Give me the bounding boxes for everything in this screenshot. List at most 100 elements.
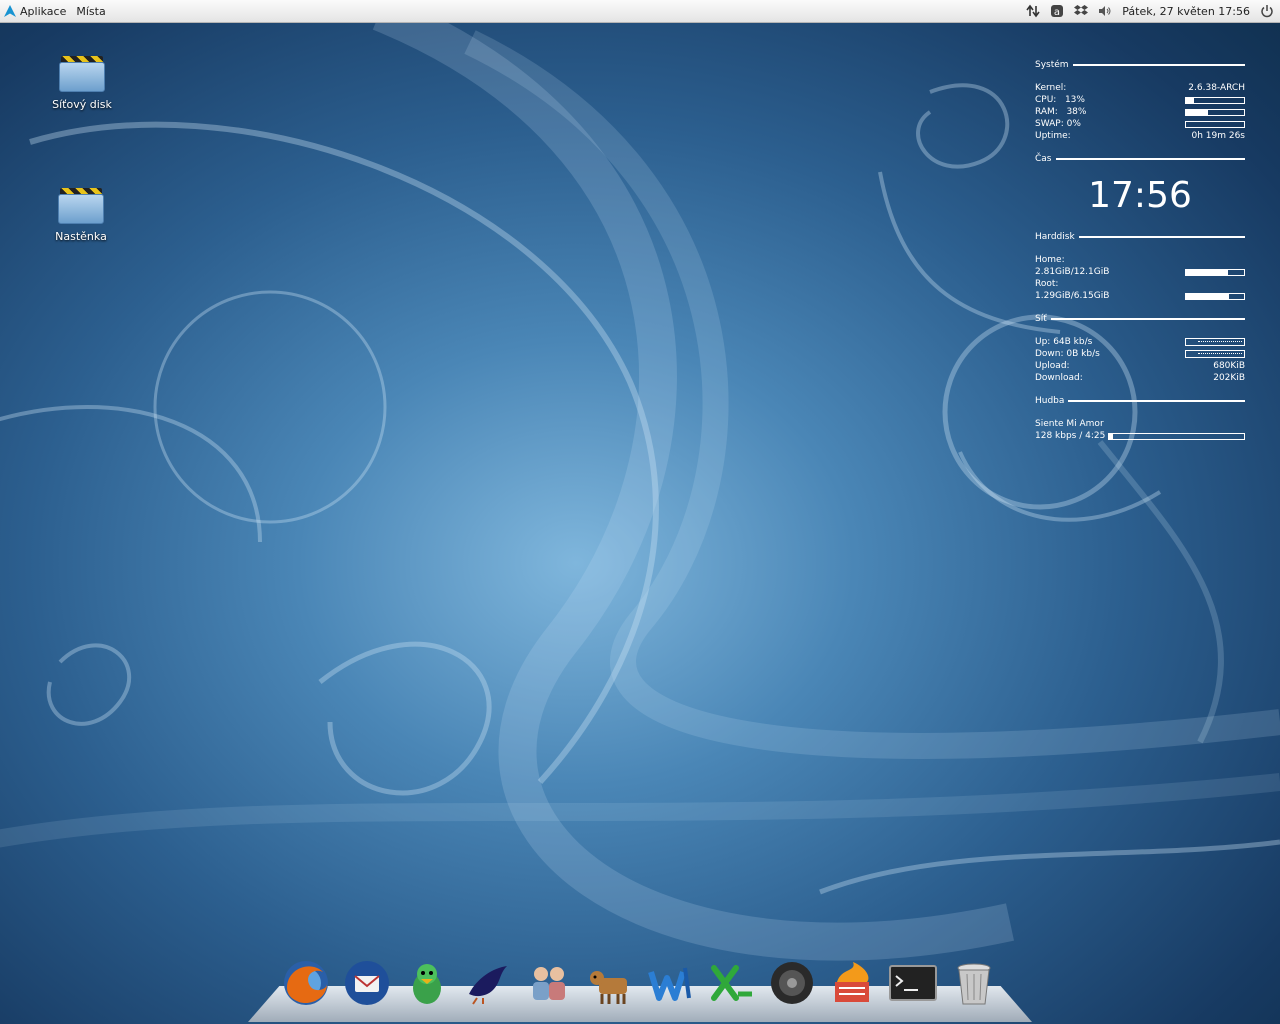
dock-item-cow[interactable]	[584, 957, 636, 1009]
cow-icon	[589, 971, 627, 1004]
swap-label: SWAP:	[1035, 119, 1064, 129]
kernel-value: 2.6.38-ARCH	[1188, 83, 1245, 93]
dock-item-trash[interactable]	[948, 957, 1000, 1009]
panel-tray: a Pátek, 27 květen 17:56	[1026, 0, 1274, 22]
folder-icon	[58, 188, 104, 224]
down-label: Down: 0B kb/s	[1035, 349, 1100, 359]
root-label: Root:	[1035, 279, 1059, 289]
dock-item-burner[interactable]	[826, 957, 878, 1009]
root-bar	[1185, 292, 1245, 300]
section-title: Harddisk	[1035, 232, 1075, 242]
cpu-row: CPU: 13%	[1035, 94, 1245, 106]
section-music: Hudba	[1035, 394, 1245, 408]
section-system: Systém	[1035, 58, 1245, 72]
home-label-row: Home:	[1035, 254, 1245, 266]
root-value: 1.29GiB/6.15GiB	[1035, 291, 1110, 301]
swap-bar	[1185, 120, 1245, 128]
dock-item-speaker[interactable]	[766, 957, 818, 1009]
ram-label: RAM:	[1035, 107, 1058, 117]
root-label-row: Root:	[1035, 278, 1245, 290]
panel-clock[interactable]: Pátek, 27 květen 17:56	[1122, 5, 1250, 18]
section-title: Síť	[1035, 314, 1047, 324]
song-row: Siente Mi Amor	[1035, 418, 1245, 430]
terminal-icon	[889, 965, 938, 1001]
home-row: 2.81GiB/12.1GiB	[1035, 266, 1245, 278]
dock	[280, 955, 1000, 1011]
upload-value: 680KiB	[1213, 361, 1245, 371]
pidgin-icon	[413, 964, 442, 1004]
music-progress-row: 128 kbps / 4:25	[1035, 430, 1245, 442]
dropbox-icon[interactable]	[1074, 4, 1089, 18]
dock-item-calc[interactable]	[705, 957, 757, 1009]
dock-item-crow[interactable]	[462, 957, 514, 1009]
cpu-bar	[1185, 96, 1245, 104]
writer-icon	[648, 967, 692, 1001]
dock-item-pidgin[interactable]	[401, 957, 453, 1009]
places-menu-label: Místa	[76, 4, 106, 18]
volume-icon[interactable]	[1098, 4, 1112, 18]
dock-item-firefox[interactable]	[280, 957, 332, 1009]
section-network: Síť	[1035, 312, 1245, 326]
cpu-label: CPU:	[1035, 95, 1057, 105]
desktop-icon-label: Síťový disk	[52, 98, 112, 111]
upload-label: Upload:	[1035, 361, 1070, 371]
desktop-icon-network-disk[interactable]: Síťový disk	[27, 56, 137, 111]
uptime-label: Uptime:	[1035, 131, 1071, 141]
download-label: Download:	[1035, 373, 1083, 383]
download-value: 202KiB	[1213, 373, 1245, 383]
trash-icon	[957, 963, 991, 1005]
thunderbird-icon	[344, 961, 389, 1005]
kernel-row: Kernel: 2.6.38-ARCH	[1035, 82, 1245, 94]
firefox-icon	[284, 961, 328, 1005]
desktop-icon-board[interactable]: Nastěnka	[26, 188, 136, 243]
song-title: Siente Mi Amor	[1035, 419, 1104, 429]
calc-icon	[711, 965, 753, 1001]
update-notifier-icon[interactable]: a	[1050, 4, 1064, 18]
kernel-label: Kernel:	[1035, 83, 1067, 93]
dock-item-terminal[interactable]	[887, 957, 939, 1009]
cpu-value: 13%	[1064, 95, 1085, 105]
panel-menus: Aplikace Místa	[4, 0, 106, 22]
speaker-icon	[770, 962, 813, 1004]
dock-item-people[interactable]	[523, 957, 575, 1009]
home-bar	[1185, 268, 1245, 276]
upload-total-row: Upload: 680KiB	[1035, 360, 1245, 372]
folder-icon	[59, 56, 105, 92]
dock-item-thunderbird[interactable]	[341, 957, 393, 1009]
section-title: Systém	[1035, 60, 1069, 70]
music-info: 128 kbps / 4:25	[1035, 431, 1106, 441]
music-progress-bar	[1108, 432, 1245, 440]
power-icon[interactable]	[1260, 4, 1274, 18]
applications-menu-label: Aplikace	[20, 4, 67, 18]
root-row: 1.29GiB/6.15GiB	[1035, 290, 1245, 302]
section-title: Hudba	[1035, 396, 1065, 406]
crow-icon	[469, 966, 508, 1005]
ram-row: RAM: 38%	[1035, 106, 1245, 118]
section-time: Čas	[1035, 152, 1245, 166]
applications-menu[interactable]: Aplikace	[4, 5, 66, 18]
people-icon	[532, 967, 565, 1000]
network-transfer-icon[interactable]	[1026, 4, 1040, 18]
dock-item-writer[interactable]	[644, 957, 696, 1009]
arch-logo-icon	[4, 5, 16, 17]
home-value: 2.81GiB/12.1GiB	[1035, 267, 1110, 277]
system-monitor: Systém Kernel: 2.6.38-ARCH CPU: 13% RAM:…	[1035, 58, 1245, 442]
up-label: Up: 64B kb/s	[1035, 337, 1093, 347]
uptime-row: Uptime: 0h 19m 26s	[1035, 130, 1245, 142]
down-row: Down: 0B kb/s	[1035, 348, 1245, 360]
section-title: Čas	[1035, 154, 1052, 164]
top-panel: Aplikace Místa a Pátek, 27 květen 17:56	[0, 0, 1280, 23]
ram-bar	[1185, 108, 1245, 116]
swap-value: 0%	[1066, 119, 1081, 129]
home-label: Home:	[1035, 255, 1065, 265]
ram-value: 38%	[1066, 107, 1087, 117]
svg-text:a: a	[1054, 7, 1060, 18]
burner-icon	[835, 962, 870, 1002]
section-disk: Harddisk	[1035, 230, 1245, 244]
big-clock: 17:56	[1088, 175, 1192, 216]
places-menu[interactable]: Místa	[76, 5, 105, 18]
up-row: Up: 64B kb/s	[1035, 336, 1245, 348]
swap-row: SWAP: 0%	[1035, 118, 1245, 130]
uptime-value: 0h 19m 26s	[1191, 131, 1245, 141]
download-total-row: Download: 202KiB	[1035, 372, 1245, 384]
